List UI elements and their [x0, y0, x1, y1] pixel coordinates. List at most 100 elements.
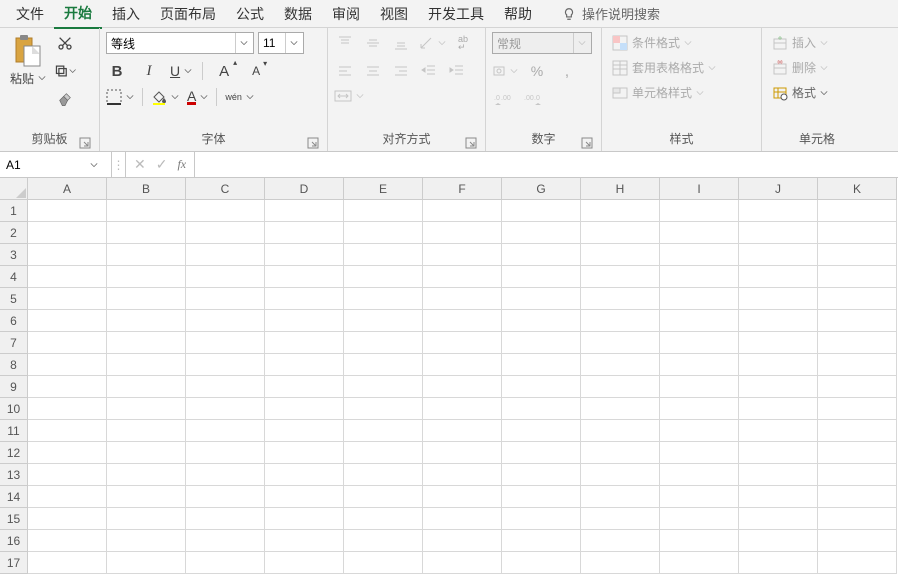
cell[interactable]: [186, 508, 265, 530]
font-name-input[interactable]: [107, 36, 235, 50]
cell[interactable]: [186, 398, 265, 420]
name-box-dropdown[interactable]: [90, 158, 106, 172]
column-header[interactable]: J: [739, 178, 818, 200]
cell[interactable]: [265, 310, 344, 332]
cell[interactable]: [660, 354, 739, 376]
cell[interactable]: [818, 354, 897, 376]
cell[interactable]: [344, 288, 423, 310]
cell[interactable]: [502, 310, 581, 332]
align-left-button[interactable]: [334, 60, 356, 82]
increase-font-button[interactable]: A▴: [213, 60, 235, 82]
tab-help[interactable]: 帮助: [494, 0, 542, 28]
row-header[interactable]: 3: [0, 244, 28, 266]
cell[interactable]: [423, 222, 502, 244]
column-header[interactable]: I: [660, 178, 739, 200]
cell[interactable]: [186, 464, 265, 486]
format-painter-button[interactable]: [54, 88, 76, 110]
column-header[interactable]: F: [423, 178, 502, 200]
comma-button[interactable]: ,: [556, 60, 578, 82]
cell[interactable]: [186, 486, 265, 508]
cell[interactable]: [739, 508, 818, 530]
cell[interactable]: [186, 420, 265, 442]
cell[interactable]: [107, 310, 186, 332]
cell[interactable]: [28, 200, 107, 222]
cell[interactable]: [107, 530, 186, 552]
cell[interactable]: [581, 486, 660, 508]
cell[interactable]: [344, 486, 423, 508]
border-button[interactable]: [106, 89, 134, 105]
column-header[interactable]: E: [344, 178, 423, 200]
column-header[interactable]: D: [265, 178, 344, 200]
cell[interactable]: [186, 376, 265, 398]
cell[interactable]: [581, 442, 660, 464]
decrease-decimal-button[interactable]: .00.0: [522, 88, 544, 110]
cell[interactable]: [818, 266, 897, 288]
cell[interactable]: [739, 398, 818, 420]
tab-home[interactable]: 开始: [54, 0, 102, 29]
tab-data[interactable]: 数据: [274, 0, 322, 28]
cell[interactable]: [818, 420, 897, 442]
cell[interactable]: [107, 464, 186, 486]
cell[interactable]: [660, 442, 739, 464]
cell[interactable]: [28, 508, 107, 530]
cell[interactable]: [28, 530, 107, 552]
cell[interactable]: [581, 288, 660, 310]
insert-function-button[interactable]: fx: [177, 157, 186, 172]
cell[interactable]: [660, 398, 739, 420]
dialog-launcher-icon[interactable]: [307, 137, 319, 149]
merge-center-button[interactable]: [334, 88, 364, 104]
insert-cells-button[interactable]: 插入: [768, 32, 832, 53]
cell[interactable]: [107, 200, 186, 222]
name-box-input[interactable]: [0, 158, 90, 172]
percent-button[interactable]: %: [526, 60, 548, 82]
cell[interactable]: [660, 288, 739, 310]
cell[interactable]: [502, 464, 581, 486]
cell[interactable]: [739, 200, 818, 222]
cell[interactable]: [818, 530, 897, 552]
cell[interactable]: [818, 376, 897, 398]
cell[interactable]: [107, 332, 186, 354]
cell[interactable]: [28, 332, 107, 354]
cell[interactable]: [818, 332, 897, 354]
font-size-dropdown[interactable]: [285, 33, 301, 53]
cell[interactable]: [107, 376, 186, 398]
cell[interactable]: [818, 464, 897, 486]
cell[interactable]: [28, 486, 107, 508]
cell[interactable]: [344, 420, 423, 442]
tab-page-layout[interactable]: 页面布局: [150, 0, 226, 28]
cell[interactable]: [423, 486, 502, 508]
cell[interactable]: [344, 244, 423, 266]
row-header[interactable]: 7: [0, 332, 28, 354]
font-color-button[interactable]: A: [187, 90, 208, 105]
font-name-dropdown[interactable]: [235, 33, 251, 53]
row-header[interactable]: 13: [0, 464, 28, 486]
row-header[interactable]: 4: [0, 266, 28, 288]
row-header[interactable]: 6: [0, 310, 28, 332]
cell[interactable]: [818, 310, 897, 332]
align-center-button[interactable]: [362, 60, 384, 82]
cell[interactable]: [502, 354, 581, 376]
cell[interactable]: [660, 552, 739, 574]
tab-developer[interactable]: 开发工具: [418, 0, 494, 28]
cell[interactable]: [502, 442, 581, 464]
cell[interactable]: [186, 310, 265, 332]
row-header[interactable]: 1: [0, 200, 28, 222]
cell[interactable]: [265, 398, 344, 420]
cell[interactable]: [423, 398, 502, 420]
cell[interactable]: [502, 530, 581, 552]
cell[interactable]: [739, 222, 818, 244]
cell[interactable]: [265, 244, 344, 266]
align-right-button[interactable]: [390, 60, 412, 82]
cell[interactable]: [581, 266, 660, 288]
cell[interactable]: [581, 376, 660, 398]
number-format-dropdown[interactable]: [573, 33, 589, 53]
cell[interactable]: [502, 420, 581, 442]
cell[interactable]: [581, 464, 660, 486]
cell[interactable]: [107, 222, 186, 244]
cell[interactable]: [423, 552, 502, 574]
italic-button[interactable]: I: [138, 60, 160, 82]
row-header[interactable]: 12: [0, 442, 28, 464]
cell[interactable]: [186, 442, 265, 464]
align-top-button[interactable]: [334, 32, 356, 54]
tell-me-search[interactable]: 操作说明搜索: [562, 4, 660, 23]
